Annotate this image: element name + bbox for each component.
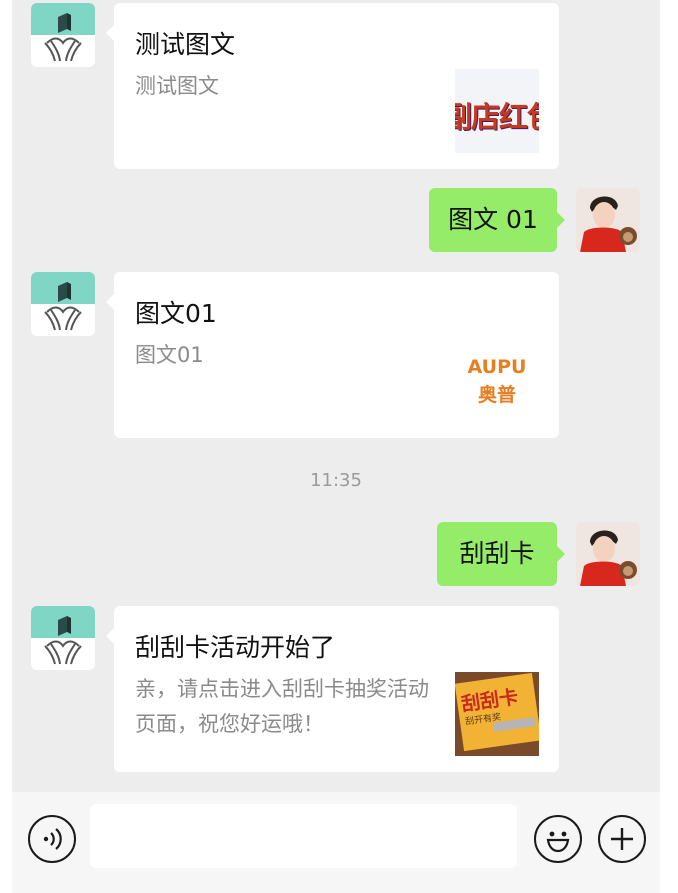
brand-logo-en: AUPU [467,356,527,378]
article-card[interactable]: 图文01 图文01 AUPU 奥普 [106,272,559,438]
emoji-icon[interactable] [534,815,582,863]
message-text: 刮刮卡 [459,539,535,568]
card-description: 亲，请点击进入刮刮卡抽奖活动页面，祝您好运哦！ [135,677,429,736]
article-card[interactable]: 刮刮卡活动开始了 亲，请点击进入刮刮卡抽奖活动页面，祝您好运哦！ 刮刮卡 刮开有… [106,606,559,772]
card-description: 测试图文 [135,74,219,98]
user-avatar[interactable] [576,188,640,252]
chat-screen: 测试图文 测试图文 副店红包 图文 01 [0,0,678,893]
article-card[interactable]: 测试图文 测试图文 副店红包 [106,3,559,169]
card-title: 图文01 [135,299,217,328]
message-text: 图文 01 [448,205,538,234]
user-message-bubble[interactable]: 刮刮卡 [437,522,565,586]
card-thumbnail: 副店红包 [455,69,539,153]
card-title: 刮刮卡活动开始了 [135,633,336,662]
bot-avatar[interactable] [31,3,95,67]
card-thumbnail: 刮刮卡 刮开有奖 [455,672,539,756]
voice-icon[interactable] [28,815,76,863]
message-input[interactable] [90,804,517,868]
message-list[interactable]: 测试图文 测试图文 副店红包 图文 01 [12,0,660,792]
card-description: 图文01 [135,343,204,367]
card-thumbnail: AUPU 奥普 [455,338,539,422]
user-avatar[interactable] [576,522,640,586]
brand-logo-cn: 奥普 [477,384,516,406]
bot-avatar[interactable] [31,272,95,336]
user-message-bubble[interactable]: 图文 01 [429,188,565,252]
timestamp: 11:35 [310,470,362,491]
plus-icon[interactable] [598,815,646,863]
bot-avatar[interactable] [31,606,95,670]
input-bar [12,792,660,893]
card-title: 测试图文 [135,30,236,59]
thumbnail-text: 副店红包 [455,100,539,134]
